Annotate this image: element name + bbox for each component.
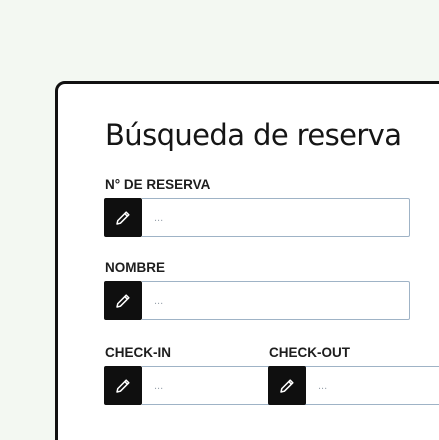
check-in-edit-button[interactable] [104,366,142,405]
check-out-input[interactable] [306,366,439,405]
pencil-icon [280,378,294,393]
check-out-edit-button[interactable] [268,366,306,405]
check-in-label: CHECK-IN [105,345,171,360]
check-out-field [268,366,439,405]
name-label: NOMBRE [105,260,165,275]
name-input[interactable] [142,281,410,320]
page: Búsqueda de reserva N° DE RESERVA NOMBRE… [0,0,439,440]
pencil-icon [116,293,130,308]
reservation-number-input[interactable] [142,198,410,237]
reservation-number-field [104,198,410,237]
reservation-number-label: N° DE RESERVA [105,177,211,192]
name-edit-button[interactable] [104,281,142,320]
name-field [104,281,410,320]
check-out-label: CHECK-OUT [269,345,350,360]
reservation-number-edit-button[interactable] [104,198,142,237]
pencil-icon [116,378,130,393]
page-title: Búsqueda de reserva [105,118,402,152]
pencil-icon [116,210,130,225]
check-in-field [104,366,309,405]
